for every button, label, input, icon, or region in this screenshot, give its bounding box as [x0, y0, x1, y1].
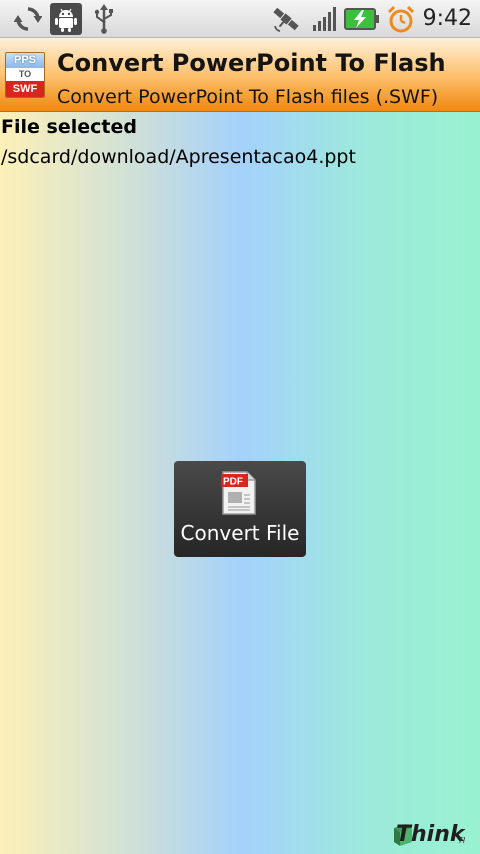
pdf-document-icon: PDF: [221, 470, 257, 516]
usb-icon: [92, 3, 116, 35]
pdf-icon-label: PDF: [223, 477, 243, 488]
status-bar: 9:42: [0, 0, 480, 38]
convert-file-button[interactable]: PDF Convert File: [174, 461, 306, 557]
brand-suffix: TI: [458, 836, 466, 845]
brand-logo: Think TI: [388, 822, 472, 852]
app-logo-line-1: PPS: [6, 53, 44, 68]
app-subtitle: Convert PowerPoint To Flash files (.SWF): [57, 86, 439, 108]
sync-icon: [12, 3, 44, 35]
alarm-clock-icon: [386, 3, 416, 35]
main-content: File selected /sdcard/download/Apresenta…: [0, 112, 480, 854]
file-selected-label: File selected: [1, 116, 137, 138]
battery-charging-icon: [344, 3, 380, 35]
phone-screen: 9:42 PPS TO SWF Convert PowerPoint To Fl…: [0, 0, 480, 854]
android-debug-icon: [50, 3, 82, 35]
signal-bars-icon: [311, 3, 341, 35]
app-logo-line-2: TO: [6, 68, 44, 81]
app-title: Convert PowerPoint To Flash: [57, 49, 446, 77]
file-path: /sdcard/download/Apresentacao4.ppt: [1, 146, 356, 168]
app-logo-line-3: SWF: [6, 81, 44, 97]
status-time: 9:42: [422, 6, 472, 31]
app-logo-icon: PPS TO SWF: [5, 52, 45, 98]
convert-file-button-label: Convert File: [180, 521, 300, 545]
brand-name: Think: [396, 822, 465, 847]
gps-satellite-icon: [270, 3, 302, 35]
app-title-bar: PPS TO SWF Convert PowerPoint To Flash C…: [0, 38, 480, 112]
